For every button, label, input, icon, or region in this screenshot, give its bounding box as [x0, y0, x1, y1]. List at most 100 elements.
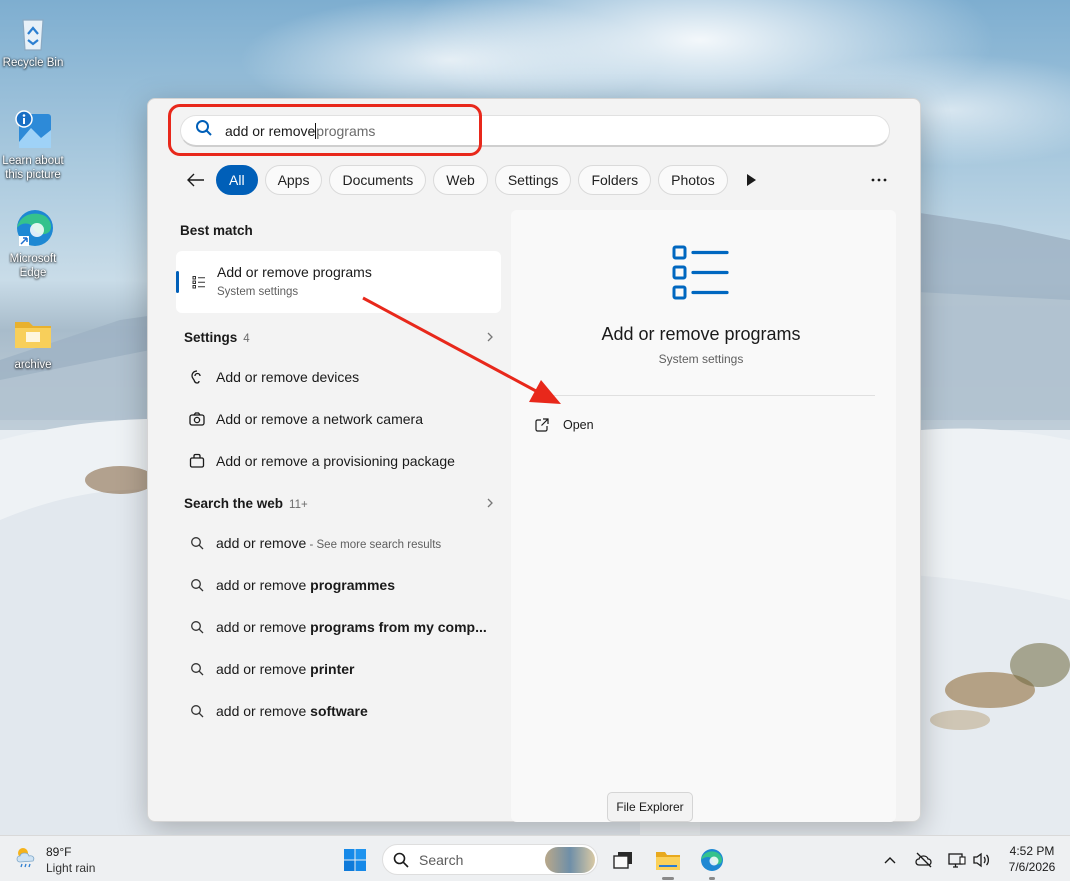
- search-input[interactable]: add or remove programs: [180, 115, 890, 147]
- web-suggestion-item[interactable]: add or remove software: [174, 696, 504, 726]
- search-icon: [195, 119, 213, 142]
- search-suggestion: programs: [316, 122, 376, 139]
- preview-title: Add or remove programs: [601, 324, 801, 344]
- tab-documents[interactable]: Documents: [329, 165, 427, 195]
- tab-all[interactable]: All: [216, 165, 258, 195]
- chevron-right-icon: [487, 498, 493, 508]
- running-indicator: [709, 877, 715, 880]
- chevron-up-icon: [884, 857, 896, 864]
- more-options-button[interactable]: [866, 167, 892, 193]
- info-picture-icon: [11, 108, 55, 152]
- tab-web[interactable]: Web: [433, 165, 488, 195]
- best-match-heading: Best match: [180, 223, 253, 238]
- list-item-label: Add or remove a provisioning package: [216, 453, 455, 469]
- search-icon: [188, 534, 206, 552]
- web-suggestion-item[interactable]: add or remove - See more search results: [174, 528, 504, 558]
- bluetooth-headset-icon: [188, 368, 206, 386]
- list-item-label: add or remove software: [216, 703, 368, 719]
- best-match-item[interactable]: Add or remove programs System settings: [176, 251, 501, 313]
- search-highlight-image: [545, 847, 595, 873]
- taskbar-search-box[interactable]: Search: [382, 844, 598, 875]
- list-item-label: add or remove - See more search results: [216, 535, 442, 551]
- clock[interactable]: 4:52 PM 7/6/2026: [1000, 843, 1064, 875]
- web-suggestion-item[interactable]: add or remove printer: [174, 654, 504, 684]
- clock-date: 7/6/2026: [1008, 860, 1056, 874]
- search-icon: [393, 852, 409, 868]
- weather-condition: Light rain: [46, 861, 96, 875]
- web-section-header[interactable]: Search the web 11+: [174, 488, 504, 518]
- taskbar-search-placeholder: Search: [419, 851, 464, 868]
- running-indicator: [662, 877, 674, 880]
- recycle-bin-icon: [11, 10, 55, 54]
- desktop-icon-archive[interactable]: archive: [0, 312, 68, 372]
- tab-settings[interactable]: Settings: [494, 165, 572, 195]
- list-settings-icon: [192, 275, 206, 294]
- web-suggestion-item[interactable]: add or remove programs from my comp...: [174, 612, 504, 642]
- search-icon: [188, 576, 206, 594]
- taskbar-file-explorer[interactable]: [651, 843, 685, 880]
- arrow-left-icon: [187, 173, 204, 187]
- weather-widget[interactable]: 89°F Light rain: [14, 844, 95, 876]
- show-hidden-icons-button[interactable]: [876, 843, 904, 877]
- weather-temperature: 89°F: [46, 845, 72, 859]
- windows-logo-icon: [344, 849, 366, 871]
- filter-bar: All Apps Documents Web Settings Folders …: [182, 163, 763, 197]
- list-item-label: Add or remove devices: [216, 369, 360, 385]
- list-item[interactable]: Add or remove a provisioning package: [174, 446, 504, 476]
- web-suggestion-item[interactable]: add or remove programmes: [174, 570, 504, 600]
- settings-section-header[interactable]: Settings 4: [174, 322, 504, 352]
- play-icon: [746, 174, 756, 186]
- tab-folders[interactable]: Folders: [578, 165, 652, 195]
- volume-icon: [973, 852, 990, 868]
- desktop-icon-edge[interactable]: Microsoft Edge: [0, 206, 68, 280]
- rain-cloud-icon: [14, 844, 38, 876]
- open-label: Open: [563, 418, 594, 432]
- clock-time: 4:52 PM: [1009, 844, 1055, 858]
- file-explorer-tooltip: File Explorer: [607, 792, 693, 822]
- taskbar: 89°F Light rain Search 4:52 PM 7/6/2026: [0, 835, 1070, 881]
- desktop-icon-learn-about-picture[interactable]: Learn about this picture: [0, 108, 68, 182]
- web-heading: Search the web 11+: [184, 495, 308, 511]
- tab-apps[interactable]: Apps: [264, 165, 323, 195]
- list-item-label: add or remove programmes: [216, 577, 395, 593]
- best-match-title: Add or remove programs: [217, 264, 372, 280]
- selection-indicator: [176, 271, 179, 293]
- list-item[interactable]: Add or remove a network camera: [174, 404, 504, 434]
- more-tabs-button[interactable]: [739, 168, 763, 192]
- desktop-icon-label: archive: [14, 359, 52, 371]
- folder-icon: [656, 852, 680, 870]
- cloud-sync-button[interactable]: [910, 843, 938, 877]
- search-query: add or remove: [225, 122, 316, 139]
- task-view-icon: [613, 852, 632, 869]
- preview-subtitle: System settings: [658, 352, 744, 366]
- edge-icon: [11, 206, 55, 250]
- settings-heading: Settings 4: [184, 329, 250, 345]
- desktop-icon-label: Microsoft Edge: [9, 253, 57, 279]
- list-item[interactable]: Add or remove devices: [174, 362, 504, 392]
- tab-photos[interactable]: Photos: [658, 165, 728, 195]
- search-icon: [188, 618, 206, 636]
- list-settings-icon: [671, 244, 729, 307]
- quick-settings-button[interactable]: [942, 843, 998, 877]
- task-view-button[interactable]: [606, 843, 640, 877]
- ellipsis-icon: [871, 178, 887, 182]
- open-button[interactable]: Open: [535, 414, 594, 436]
- list-item-label: add or remove printer: [216, 661, 355, 677]
- edge-icon: [701, 849, 723, 871]
- list-item-label: Add or remove a network camera: [216, 411, 423, 427]
- divider: [535, 395, 875, 396]
- list-item-label: add or remove programs from my comp...: [216, 619, 487, 635]
- back-button[interactable]: [182, 166, 210, 194]
- camera-icon: [188, 410, 206, 428]
- open-external-icon: [535, 418, 549, 432]
- folder-icon: [11, 312, 55, 356]
- chevron-right-icon: [487, 332, 493, 342]
- desktop-icon-recycle-bin[interactable]: Recycle Bin: [0, 10, 68, 70]
- search-icon: [188, 660, 206, 678]
- start-button[interactable]: [338, 843, 372, 877]
- taskbar-edge[interactable]: [695, 843, 729, 880]
- search-icon: [188, 702, 206, 720]
- package-icon: [188, 452, 206, 470]
- desktop-icon-label: Recycle Bin: [2, 57, 64, 69]
- best-match-subtitle: System settings: [217, 286, 299, 298]
